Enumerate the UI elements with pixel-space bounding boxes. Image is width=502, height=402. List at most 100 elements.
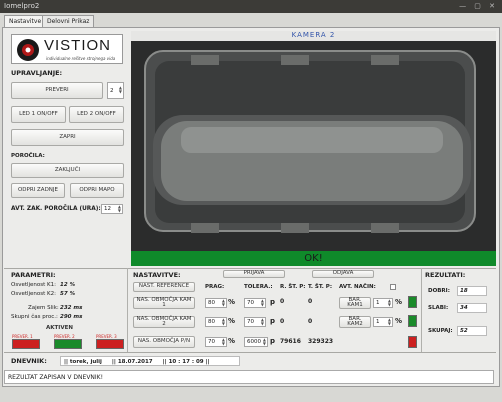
toler-kam1-unit: p bbox=[270, 298, 276, 306]
result-slabi-label: SLABI: bbox=[428, 305, 449, 311]
rst-kam1: 0 bbox=[280, 298, 285, 305]
camera-select[interactable]: 2 ▲ ▼ bbox=[107, 82, 124, 99]
row1-status-indicator bbox=[408, 296, 417, 308]
brand-tagline: individualne rešitve strojnega vida bbox=[46, 56, 116, 61]
odpri-zadnje-button[interactable]: ODPRI ZADNJE bbox=[11, 183, 65, 198]
auto-close-hour-value: 12 bbox=[104, 206, 111, 212]
check1-indicator[interactable] bbox=[12, 339, 40, 349]
prag-pn-value: 70 bbox=[208, 339, 215, 345]
log-time: || 10 : 17 : 09 || bbox=[162, 359, 210, 365]
zakljuci-button[interactable]: ZAKLJUČI bbox=[11, 163, 124, 178]
window-title: Iomelpro2 bbox=[4, 2, 40, 10]
odjava-button[interactable]: ODJAVA bbox=[312, 270, 374, 278]
param-zajem-label: Zajem Slik: bbox=[28, 305, 59, 311]
inspection-result: OK! bbox=[131, 251, 496, 266]
toler-pn-unit: p bbox=[270, 337, 276, 345]
prag-kam2-unit: % bbox=[228, 317, 236, 325]
col-tst: T. ŠT. P: bbox=[308, 284, 333, 290]
prag-kam2-value: 80 bbox=[208, 319, 215, 325]
col-prag: PRAG: bbox=[205, 284, 225, 290]
active-heading: AKTIVEN bbox=[46, 325, 73, 331]
led1-button[interactable]: LED 1 ON/OFF bbox=[11, 106, 66, 123]
toler-kam2-input[interactable]: 70 ▲ ▼ bbox=[244, 317, 266, 327]
nas-obmocja-kam1-button[interactable]: NAS. OBMOČJA KAM 1 bbox=[133, 297, 195, 309]
controls-heading: UPRAVLJANJE: bbox=[11, 69, 63, 77]
divider bbox=[4, 352, 496, 353]
camera-select-value: 2 bbox=[110, 87, 114, 94]
tst-pn: 329323 bbox=[308, 338, 334, 345]
params-heading: PARAMETRI: bbox=[11, 271, 56, 279]
result-slabi-value: 34 bbox=[457, 303, 487, 313]
divider bbox=[127, 268, 128, 352]
toler-pn-value: 6000 bbox=[247, 339, 261, 345]
param-cas-value: 290 ms bbox=[60, 314, 83, 320]
bar-kam1-unit: % bbox=[395, 298, 403, 306]
log-message: REZULTAT ZAPISAN V DNEVNIK! bbox=[4, 370, 494, 384]
window-controls[interactable]: — ▢ ✕ bbox=[459, 2, 498, 10]
tab-nastavitve[interactable]: Nastavitve bbox=[4, 15, 47, 27]
nas-obmocja-kam2-button[interactable]: NAS. OBMOČJA KAM 2 bbox=[133, 316, 195, 328]
spin-arrows-icon[interactable]: ▲ ▼ bbox=[222, 299, 225, 307]
col-rst: R. ŠT. P: bbox=[280, 284, 306, 290]
spin-arrows-icon[interactable]: ▲ ▼ bbox=[388, 299, 391, 307]
bar-kam1-button[interactable]: BAR. KAM1 bbox=[339, 297, 371, 309]
toler-kam1-value: 70 bbox=[247, 300, 254, 306]
prag-pn-unit: % bbox=[228, 337, 236, 345]
avt-mode-checkbox[interactable] bbox=[390, 284, 396, 290]
tab-bar: Nastavitve Delovni Prikaz bbox=[0, 13, 502, 28]
led2-button[interactable]: LED 2 ON/OFF bbox=[69, 106, 124, 123]
nast-reference-button[interactable]: NAST. REFERENCE bbox=[133, 282, 195, 292]
spin-arrows-icon[interactable]: ▲ ▼ bbox=[222, 318, 225, 326]
col-toler: TOLERA.: bbox=[244, 284, 273, 290]
prag-kam1-value: 80 bbox=[208, 300, 215, 306]
param-k2-value: 57 % bbox=[60, 291, 76, 297]
brand-logo: VISTION individualne rešitve strojnega v… bbox=[11, 34, 123, 64]
log-heading: DNEVNIK: bbox=[11, 357, 47, 365]
brand-name: VISTION bbox=[44, 37, 112, 54]
settings-heading: NASTAVITVE: bbox=[133, 271, 181, 279]
toler-kam1-input[interactable]: 70 ▲ ▼ bbox=[244, 298, 266, 308]
prag-kam1-unit: % bbox=[228, 298, 236, 306]
prag-pn-input[interactable]: 70 ▲ ▼ bbox=[205, 337, 227, 347]
spin-arrows-icon[interactable]: ▲ ▼ bbox=[118, 205, 121, 213]
window-titlebar: Iomelpro2 — ▢ ✕ bbox=[0, 0, 502, 13]
auto-close-hour-input[interactable]: 12 ▲ ▼ bbox=[101, 204, 123, 214]
preveri-button[interactable]: PREVERI bbox=[11, 82, 103, 99]
col-avt: AVT. NAČIN: bbox=[339, 284, 376, 290]
rst-kam2: 0 bbox=[280, 318, 285, 325]
result-dobri-value: 18 bbox=[457, 286, 487, 296]
row2-status-indicator bbox=[408, 315, 417, 327]
odpri-mapo-button[interactable]: ODPRI MAPO bbox=[70, 183, 124, 198]
zapri-button[interactable]: ZAPRI bbox=[11, 129, 124, 146]
divider bbox=[4, 268, 496, 269]
check2-indicator[interactable] bbox=[54, 339, 82, 349]
check3-indicator[interactable] bbox=[96, 339, 124, 349]
rst-pn: 79616 bbox=[280, 338, 301, 345]
lens-icon bbox=[17, 39, 39, 61]
spin-arrows-icon[interactable]: ▲ ▼ bbox=[263, 338, 266, 346]
bar-kam1-value: 1 bbox=[376, 300, 380, 306]
tab-delovni-prikaz[interactable]: Delovni Prikaz bbox=[42, 15, 95, 27]
prag-kam2-input[interactable]: 80 ▲ ▼ bbox=[205, 317, 227, 327]
bar-kam2-button[interactable]: BAR. KAM2 bbox=[339, 316, 371, 328]
spin-arrows-icon[interactable]: ▲ ▼ bbox=[222, 338, 225, 346]
param-zajem-value: 232 ms bbox=[60, 305, 83, 311]
nas-obmocja-pn-button[interactable]: NAS. OBMOČJA P/N bbox=[133, 336, 195, 348]
spin-arrows-icon[interactable]: ▲ ▼ bbox=[261, 318, 264, 326]
log-day: || torek, julij bbox=[64, 359, 102, 365]
spin-arrows-icon[interactable]: ▲ ▼ bbox=[119, 86, 122, 94]
camera-title: KAMERA 2 bbox=[131, 31, 496, 41]
log-date: || 18.07.2017 bbox=[111, 359, 153, 365]
spin-arrows-icon[interactable]: ▲ ▼ bbox=[261, 299, 264, 307]
spin-arrows-icon[interactable]: ▲ ▼ bbox=[388, 318, 391, 326]
bar-kam1-input[interactable]: 1 ▲ ▼ bbox=[373, 298, 393, 308]
prijava-button[interactable]: PRIJAVA bbox=[223, 270, 285, 278]
prag-kam1-input[interactable]: 80 ▲ ▼ bbox=[205, 298, 227, 308]
camera-view[interactable] bbox=[131, 31, 496, 251]
bar-kam2-input[interactable]: 1 ▲ ▼ bbox=[373, 317, 393, 327]
result-dobri-label: DOBRI: bbox=[428, 288, 450, 294]
toler-kam2-unit: p bbox=[270, 317, 276, 325]
log-datetime: || torek, julij || 18.07.2017 || 10 : 17… bbox=[60, 356, 240, 366]
result-skupaj-value: 52 bbox=[457, 326, 487, 336]
toler-pn-input[interactable]: 6000 ▲ ▼ bbox=[244, 337, 268, 347]
